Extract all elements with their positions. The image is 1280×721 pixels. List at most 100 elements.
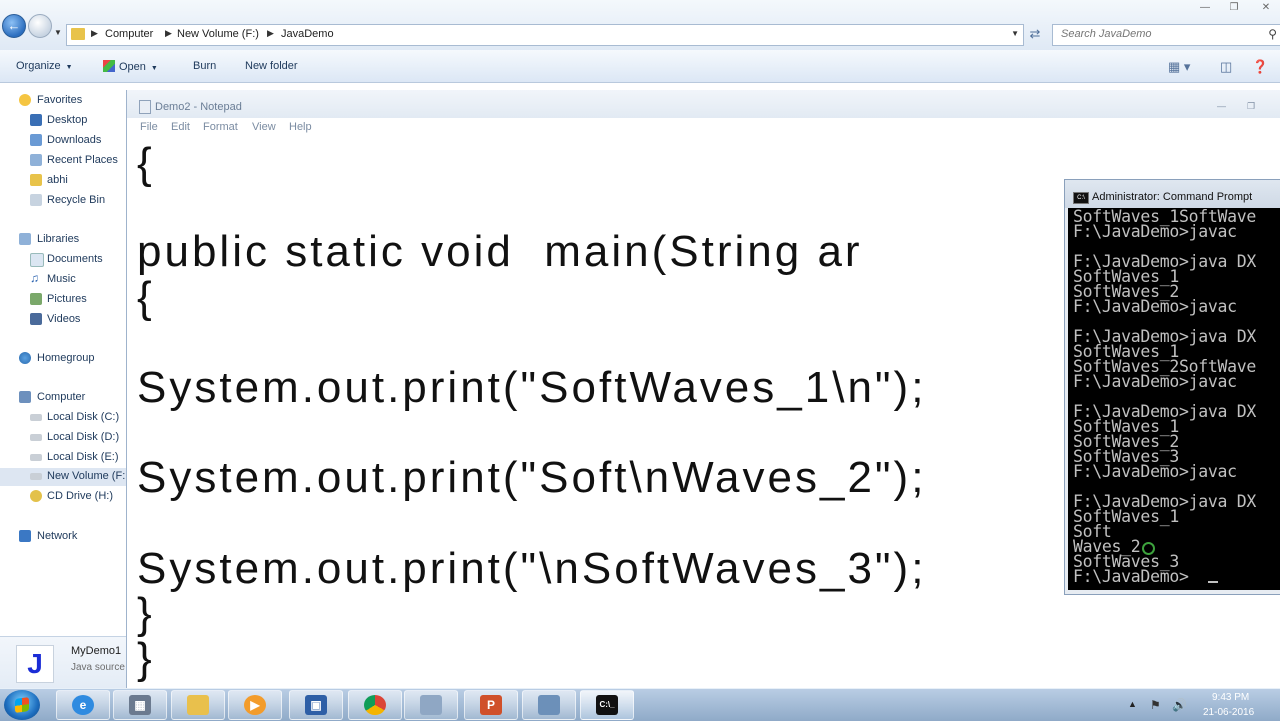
nav-videos[interactable]: Videos [0, 311, 126, 329]
taskbar: e ▦ ▶ ▣ P C:\_ ▲ ⚑ 🔊 9:43 PM 21-06-2016 [0, 688, 1280, 721]
nav-label: Network [37, 530, 78, 542]
nav-downloads[interactable]: Downloads [0, 132, 126, 150]
refresh-icon[interactable]: ⇄ [1026, 26, 1044, 44]
organize-button[interactable]: Organize ▼ [16, 60, 73, 72]
nav-label: Local Disk (C:) [47, 411, 120, 423]
nav-abhi[interactable]: abhi [0, 172, 126, 190]
taskbar-calculator[interactable]: ▦ [113, 690, 167, 720]
taskbar-explorer[interactable] [171, 690, 225, 720]
nav-new-volume[interactable]: New Volume (F: [0, 468, 126, 486]
nav-libraries[interactable]: Libraries [0, 231, 126, 249]
downloads-icon [30, 134, 42, 146]
nav-recycle-bin[interactable]: Recycle Bin [0, 192, 126, 210]
menu-format[interactable]: Format [203, 121, 238, 133]
cmd-title-bar[interactable]: C:\ Administrator: Command Prompt [1065, 180, 1280, 208]
chevron-right-icon[interactable]: ▶ [267, 28, 274, 39]
breadcrumb-javademo[interactable]: JavaDemo [281, 28, 334, 40]
nav-recent-places[interactable]: Recent Places [0, 152, 126, 170]
taskbar-ie[interactable]: e [56, 690, 110, 720]
search-icon[interactable]: ⚲ [1268, 27, 1277, 41]
preview-pane-icon[interactable]: ◫ [1220, 59, 1232, 75]
new-folder-button[interactable]: New folder [245, 60, 298, 72]
nav-documents[interactable]: Documents [0, 251, 126, 269]
nav-label: New Volume (F: [47, 470, 126, 482]
code-line: { [137, 139, 155, 188]
cmd-output-line: SoftWaves_1SoftWave [1073, 208, 1257, 226]
help-icon[interactable]: ❓ [1252, 59, 1268, 75]
code-line: System.out.print("\nSoftWaves_3"); [137, 544, 927, 593]
nav-local-disk-e[interactable]: Local Disk (E:) [0, 449, 126, 467]
menu-edit[interactable]: Edit [171, 121, 190, 133]
minimize-button[interactable]: — [1195, 2, 1215, 16]
menu-file[interactable]: File [140, 121, 158, 133]
nav-computer[interactable]: Computer [0, 389, 126, 407]
network-icon [538, 695, 560, 715]
recent-pages-dropdown-icon[interactable]: ▼ [54, 28, 62, 37]
nav-favorites[interactable]: Favorites [0, 92, 126, 110]
menu-help[interactable]: Help [289, 121, 312, 133]
back-arrow-icon: ← [7, 18, 21, 33]
notepad-minimize-button[interactable]: — [1217, 101, 1226, 111]
forward-button[interactable] [28, 14, 52, 38]
remote-desktop-icon: ▣ [305, 695, 327, 715]
cmd-output-line: SoftWaves_3 [1073, 447, 1179, 466]
cmd-output-line: SoftWaves_1 [1073, 267, 1179, 286]
clock-time[interactable]: 9:43 PM [1212, 692, 1249, 703]
taskbar-chrome[interactable] [348, 690, 402, 720]
notepad-maximize-button[interactable]: ❐ [1247, 101, 1255, 112]
cd-drive-icon [30, 490, 42, 502]
explorer-toolbar: Organize ▼ Open ▼ Burn New folder ▦ ▾ ◫ ❓ [0, 50, 1280, 83]
taskbar-cmd[interactable]: C:\_ [580, 690, 634, 720]
code-line: } [137, 634, 155, 683]
chevron-right-icon[interactable]: ▶ [165, 28, 172, 39]
address-box[interactable]: ▶ Computer ▶ New Volume (F:) ▶ JavaDemo … [66, 24, 1024, 46]
nav-pictures[interactable]: Pictures [0, 291, 126, 309]
taskbar-remote-desktop[interactable]: ▣ [289, 690, 343, 720]
caret-down-icon: ▼ [150, 65, 158, 72]
volume-icon[interactable]: 🔊 [1172, 698, 1187, 712]
nav-label: Desktop [47, 114, 88, 126]
maximize-button[interactable]: ❐ [1224, 2, 1244, 16]
address-dropdown-icon[interactable]: ▼ [1011, 29, 1019, 38]
start-button[interactable] [4, 690, 40, 720]
cmd-icon: C:\_ [596, 695, 618, 715]
cmd-console[interactable]: F:\JavaDemo> SoftWaves_3 Waves_2 Soft SoftWa… [1068, 208, 1280, 590]
burn-button[interactable]: Burn [193, 60, 216, 72]
nav-label: Local Disk (E:) [47, 451, 119, 463]
chrome-icon [364, 695, 386, 715]
nav-local-disk-c[interactable]: Local Disk (C:) [0, 409, 126, 427]
desktop-icon [30, 114, 42, 126]
taskbar-notepad[interactable] [404, 690, 458, 720]
nav-local-disk-d[interactable]: Local Disk (D:) [0, 429, 126, 447]
nav-homegroup[interactable]: Homegroup [0, 350, 126, 368]
search-box[interactable]: ⚲ [1052, 24, 1280, 46]
flag-icon[interactable]: ⚑ [1150, 698, 1161, 712]
clock-date[interactable]: 21-06-2016 [1203, 707, 1254, 718]
cmd-text-cursor [1208, 581, 1218, 583]
cmd-output-line: F:\JavaDemo>java DX [1073, 402, 1257, 421]
show-hidden-icons-icon[interactable]: ▲ [1128, 699, 1137, 709]
menu-view[interactable]: View [252, 121, 276, 133]
code-line: System.out.print("Soft\nWaves_2"); [137, 453, 927, 502]
nav-music[interactable]: ♫ Music [0, 271, 126, 289]
breadcrumb-computer[interactable]: Computer [105, 28, 153, 40]
nav-label: Documents [47, 253, 103, 265]
breadcrumb-new-volume[interactable]: New Volume (F:) [177, 28, 259, 40]
nav-desktop[interactable]: Desktop [0, 112, 126, 130]
taskbar-network[interactable] [522, 690, 576, 720]
close-button[interactable]: ✕ [1256, 2, 1276, 16]
nav-label: Homegroup [37, 352, 95, 364]
notepad-title: Demo2 - Notepad [155, 101, 242, 113]
nav-network[interactable]: Network [0, 528, 126, 546]
open-button[interactable]: Open ▼ [103, 60, 158, 73]
view-options-icon[interactable]: ▦ ▾ [1168, 59, 1190, 75]
nav-cd-drive[interactable]: CD Drive (H:) [0, 488, 126, 506]
videos-icon [30, 313, 42, 325]
search-input[interactable] [1059, 27, 1253, 41]
chevron-right-icon[interactable]: ▶ [91, 28, 98, 39]
taskbar-powerpoint[interactable]: P [464, 690, 518, 720]
notepad-title-bar[interactable]: Demo2 - Notepad — ❐ [127, 90, 1280, 119]
libraries-icon [19, 233, 31, 245]
back-button[interactable]: ← [2, 14, 26, 38]
taskbar-media-player[interactable]: ▶ [228, 690, 282, 720]
